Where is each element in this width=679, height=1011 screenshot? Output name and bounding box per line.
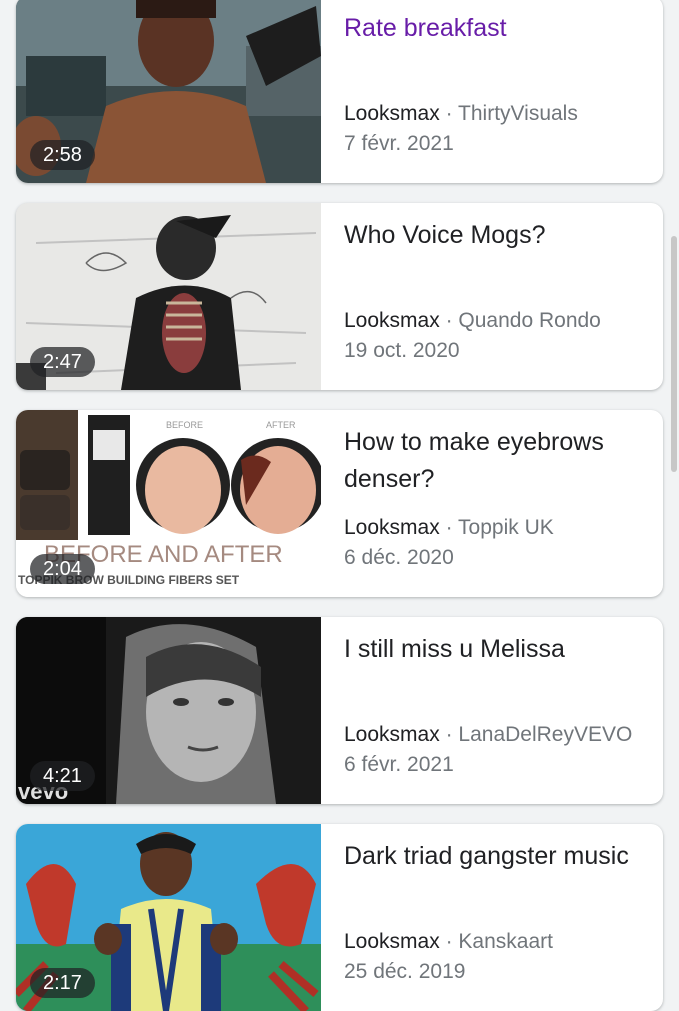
separator-dot: · bbox=[445, 516, 453, 539]
upload-date: 25 déc. 2019 bbox=[344, 960, 466, 983]
upload-date: 6 déc. 2020 bbox=[344, 546, 454, 569]
channel-name: Kanskaart bbox=[458, 930, 553, 953]
channel-name: ThirtyVisuals bbox=[458, 102, 578, 125]
video-thumbnail[interactable]: 2:58 bbox=[16, 0, 321, 183]
video-result-card[interactable]: 2:47 Who Voice Mogs? Looksmax · Quando R… bbox=[16, 203, 663, 390]
video-result-card[interactable]: 2:58 Rate breakfast Looksmax · ThirtyVis… bbox=[16, 0, 663, 183]
separator-dot: · bbox=[445, 723, 453, 746]
site-name: Looksmax bbox=[344, 723, 440, 746]
video-info: Who Voice Mogs? Looksmax · Quando Rondo … bbox=[344, 203, 653, 390]
video-source: Looksmax · LanaDelReyVEVO bbox=[344, 721, 632, 749]
video-duration-badge: 2:58 bbox=[30, 140, 95, 170]
separator-dot: · bbox=[445, 930, 453, 953]
video-source: Looksmax · Quando Rondo bbox=[344, 307, 601, 335]
video-title-link[interactable]: How to make eyebrows denser? bbox=[344, 424, 653, 498]
video-info: Rate breakfast Looksmax · ThirtyVisuals … bbox=[344, 0, 653, 183]
video-duration-badge: 2:17 bbox=[30, 968, 95, 998]
channel-name: LanaDelReyVEVO bbox=[458, 723, 633, 746]
video-duration-badge: 2:47 bbox=[30, 347, 95, 377]
upload-date: 6 févr. 2021 bbox=[344, 753, 454, 776]
video-title-link[interactable]: I still miss u Melissa bbox=[344, 631, 653, 668]
video-source: Looksmax · Kanskaart bbox=[344, 928, 553, 956]
video-duration-badge: 2:04 bbox=[30, 554, 95, 584]
site-name: Looksmax bbox=[344, 102, 440, 125]
site-name: Looksmax bbox=[344, 516, 440, 539]
separator-dot: · bbox=[445, 102, 453, 125]
video-title-link[interactable]: Who Voice Mogs? bbox=[344, 217, 653, 254]
page-scrollbar[interactable] bbox=[671, 236, 677, 472]
before-label: BEFORE bbox=[166, 420, 203, 430]
video-result-card[interactable]: BEFORE AFTER BEFORE AND AFTER TOPPIK BRO… bbox=[16, 410, 663, 597]
video-info: How to make eyebrows denser? Looksmax · … bbox=[344, 410, 653, 597]
video-info: Dark triad gangster music Looksmax · Kan… bbox=[344, 824, 653, 1011]
video-title-link[interactable]: Rate breakfast bbox=[344, 10, 653, 47]
video-thumbnail[interactable]: BEFORE AFTER BEFORE AND AFTER TOPPIK BRO… bbox=[16, 410, 321, 597]
upload-date: 19 oct. 2020 bbox=[344, 339, 460, 362]
video-thumbnail[interactable]: vevo 4:21 bbox=[16, 617, 321, 804]
site-name: Looksmax bbox=[344, 930, 440, 953]
video-result-card[interactable]: vevo 4:21 I still miss u Melissa Looksma… bbox=[16, 617, 663, 804]
site-name: Looksmax bbox=[344, 309, 440, 332]
after-label: AFTER bbox=[266, 420, 296, 430]
video-source: Looksmax · ThirtyVisuals bbox=[344, 100, 578, 128]
channel-name: Quando Rondo bbox=[458, 309, 601, 332]
video-info: I still miss u Melissa Looksmax · LanaDe… bbox=[344, 617, 653, 804]
video-source: Looksmax · Toppik UK bbox=[344, 514, 554, 542]
video-title-link[interactable]: Dark triad gangster music bbox=[344, 838, 653, 875]
separator-dot: · bbox=[445, 309, 453, 332]
upload-date: 7 févr. 2021 bbox=[344, 132, 454, 155]
video-duration-badge: 4:21 bbox=[30, 761, 95, 791]
video-thumbnail[interactable]: 2:47 bbox=[16, 203, 321, 390]
channel-name: Toppik UK bbox=[458, 516, 554, 539]
video-thumbnail[interactable]: 2:17 bbox=[16, 824, 321, 1011]
video-result-card[interactable]: 2:17 Dark triad gangster music Looksmax … bbox=[16, 824, 663, 1011]
